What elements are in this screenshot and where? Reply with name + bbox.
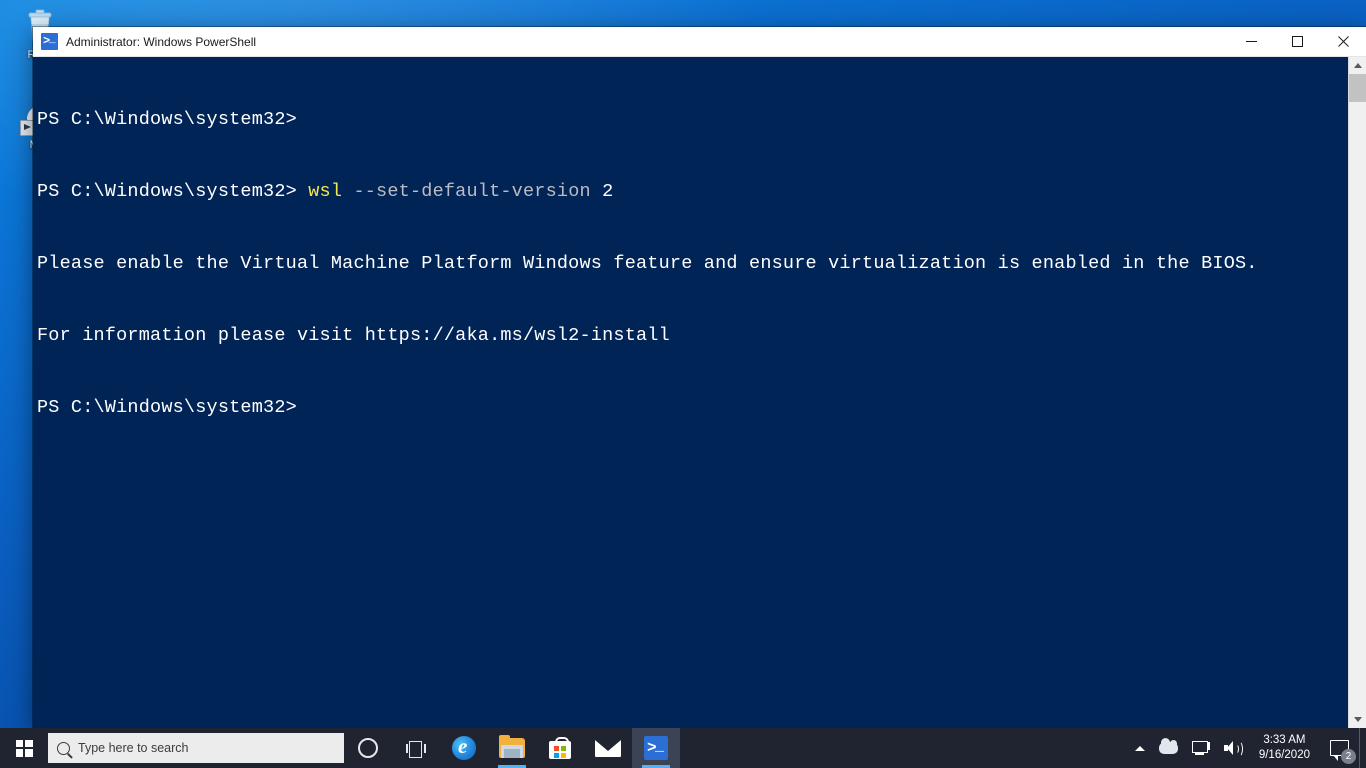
search-placeholder: Type here to search: [78, 741, 189, 755]
taskbar-item-microsoft-store[interactable]: [536, 728, 584, 768]
powershell-icon: [41, 32, 58, 50]
network-icon: [1191, 741, 1210, 755]
console-prompt-prefix: PS C:\Windows\system32>: [37, 181, 309, 202]
search-icon: [48, 741, 78, 755]
console-line-prompt-1: PS C:\Windows\system32>: [37, 109, 297, 130]
mail-icon: [595, 739, 621, 757]
scrollbar-thumb[interactable]: [1349, 74, 1366, 102]
action-center-button[interactable]: 2: [1320, 728, 1359, 768]
window-body: PS C:\Windows\system32> PS C:\Windows\sy…: [33, 57, 1366, 728]
start-button[interactable]: [0, 728, 48, 768]
console-command-token: wsl: [308, 181, 343, 202]
console-line-prompt-2: PS C:\Windows\system32>: [37, 397, 297, 418]
show-desktop-button[interactable]: [1359, 728, 1366, 768]
console-parameter-token: --set-default-version: [342, 181, 591, 202]
taskbar-item-windows-powershell[interactable]: [632, 728, 680, 768]
store-icon: [549, 737, 571, 759]
notification-badge: 2: [1341, 749, 1356, 764]
speaker-icon: [1223, 741, 1243, 757]
console-output[interactable]: PS C:\Windows\system32> PS C:\Windows\sy…: [33, 57, 1348, 728]
taskbar-item-microsoft-edge[interactable]: [440, 728, 488, 768]
clock-date: 9/16/2020: [1258, 749, 1310, 761]
clock-time: 3:33 AM: [1263, 734, 1306, 746]
tray-overflow-button[interactable]: [1128, 728, 1152, 768]
taskbar-item-cortana[interactable]: [344, 728, 392, 768]
folder-icon: [499, 735, 525, 758]
taskbar-item-mail[interactable]: [584, 728, 632, 768]
taskbar-item-file-explorer[interactable]: [488, 728, 536, 768]
console-line-output-1: Please enable the Virtual Machine Platfo…: [37, 253, 1258, 274]
system-tray: 3:33 AM 9/16/2020 2: [1128, 728, 1366, 768]
chevron-up-icon: [1134, 745, 1145, 751]
taskbar[interactable]: Type here to search e > _ 3:33 AM 9/16/2…: [0, 728, 1366, 768]
window-controls: [1228, 27, 1366, 56]
scroll-up-icon[interactable]: [1349, 57, 1366, 74]
edge-icon: [452, 736, 476, 760]
window-titlebar[interactable]: Administrator: Windows PowerShell: [33, 27, 1366, 57]
desktop[interactable]: Recy Micr Ed Administrator: Windows Powe…: [0, 0, 1366, 768]
close-button[interactable]: [1320, 27, 1366, 56]
tray-clock[interactable]: 3:33 AM 9/16/2020: [1249, 728, 1320, 768]
taskbar-item-task-view[interactable]: [392, 728, 440, 768]
minimize-button[interactable]: [1228, 27, 1274, 56]
console-value-token: 2: [590, 181, 614, 202]
tray-onedrive[interactable]: [1152, 728, 1185, 768]
windows-logo-icon: [15, 739, 33, 757]
tray-network[interactable]: [1185, 728, 1217, 768]
cortana-icon: [358, 738, 378, 758]
cloud-icon: [1158, 738, 1178, 754]
scroll-down-icon[interactable]: [1349, 711, 1366, 728]
window-title: Administrator: Windows PowerShell: [66, 34, 257, 49]
tray-volume[interactable]: [1217, 728, 1249, 768]
console-scrollbar[interactable]: [1348, 57, 1366, 728]
powershell-icon: [644, 735, 668, 760]
search-input[interactable]: Type here to search: [48, 733, 344, 763]
console-line-command: PS C:\Windows\system32> wsl --set-defaul…: [37, 180, 1348, 204]
scrollbar-track[interactable]: [1349, 74, 1366, 711]
powershell-window[interactable]: Administrator: Windows PowerShell PS C:\…: [33, 27, 1366, 728]
console-line-output-2: For information please visit https://aka…: [37, 325, 670, 346]
task-view-icon: [406, 740, 426, 758]
maximize-button[interactable]: [1274, 27, 1320, 56]
